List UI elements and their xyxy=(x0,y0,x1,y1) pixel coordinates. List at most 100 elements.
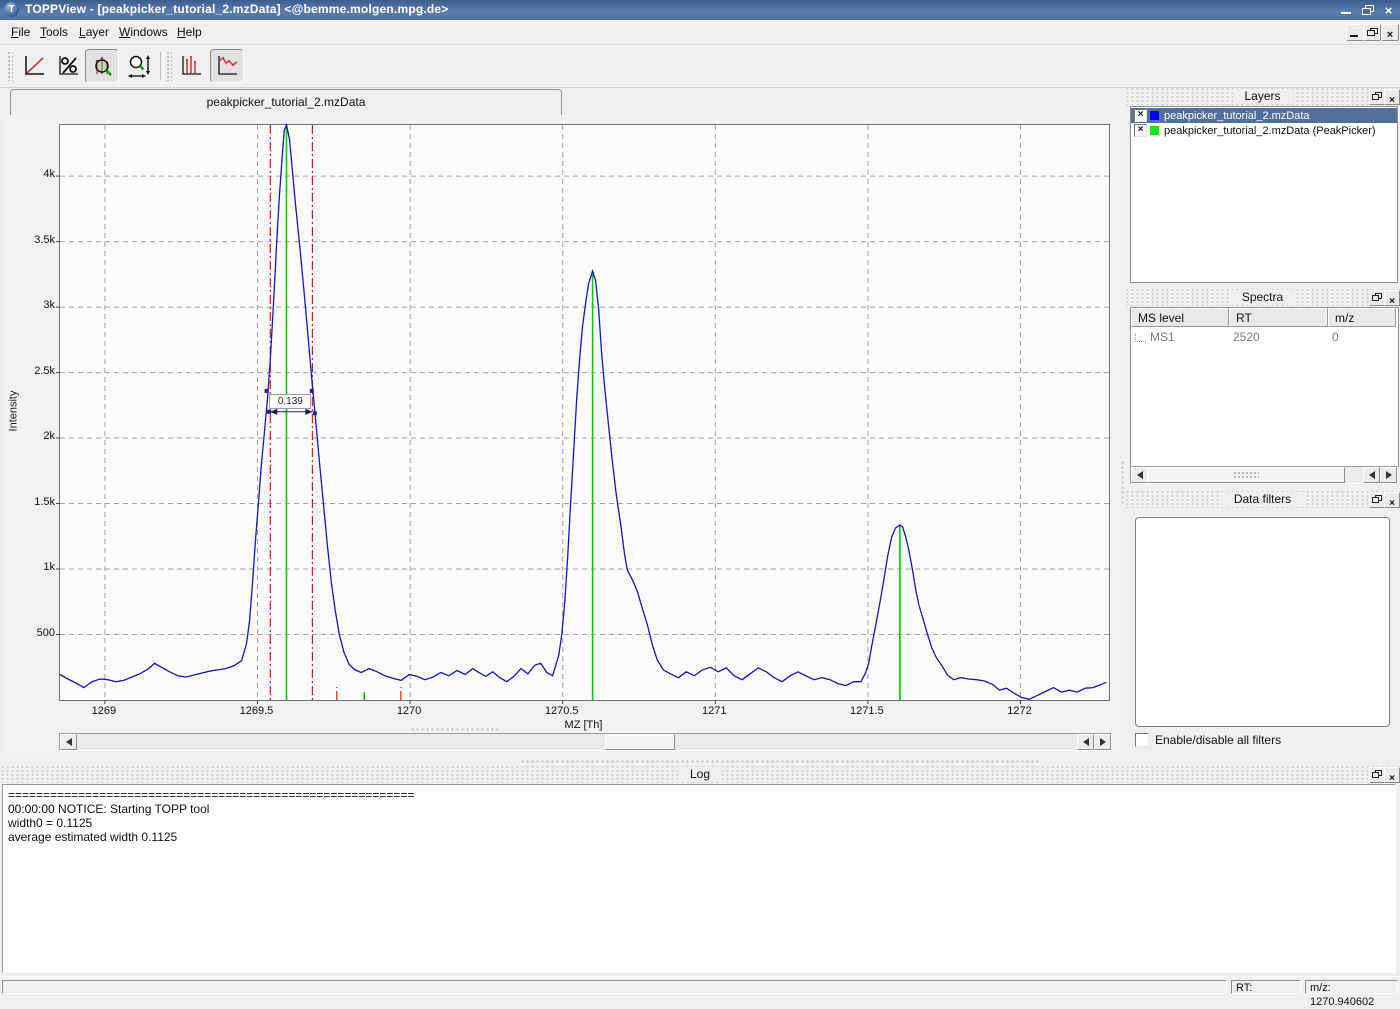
scrollbar-thumb[interactable] xyxy=(605,734,675,750)
scroll-left-button[interactable] xyxy=(1131,467,1148,483)
scroll-left-button[interactable] xyxy=(1363,467,1380,483)
percentage-scale-icon xyxy=(55,53,81,79)
arrow-left-icon xyxy=(66,738,72,746)
column-header-ms-level[interactable]: MS level xyxy=(1131,308,1229,327)
column-header-mz[interactable]: m/z xyxy=(1328,308,1396,327)
close-icon: × xyxy=(1389,296,1395,307)
application-window: T TOPPView - [peakpicker_tutorial_2.mzDa… xyxy=(0,0,1400,996)
spectra-table: MS level RT m/z MS1 2520 0 xyxy=(1130,307,1399,467)
app-icon: T xyxy=(4,2,19,17)
table-row[interactable]: MS1 xyxy=(1135,329,1227,345)
layer-color-chip xyxy=(1150,111,1159,120)
spectra-panel-titlebar: Spectra × xyxy=(1125,289,1400,306)
linear-scale-icon xyxy=(21,53,47,79)
scroll-left-button[interactable] xyxy=(1077,734,1094,750)
layer-item[interactable]: × peakpicker_tutorial_2.mzData xyxy=(1131,108,1397,123)
mdi-restore-button[interactable] xyxy=(1363,24,1381,41)
table-cell-rt[interactable]: 2520 xyxy=(1233,329,1325,345)
arrow-left-icon xyxy=(1137,471,1143,479)
window-title: TOPPView - [peakpicker_tutorial_2.mzData… xyxy=(25,2,449,16)
draw-peaks-mode-button[interactable] xyxy=(174,49,208,83)
mdi-minimize-button[interactable] xyxy=(1346,24,1364,41)
tree-branch-icon xyxy=(1135,333,1146,342)
layer-label: peakpicker_tutorial_2.mzData xyxy=(1164,110,1310,122)
plot-canvas[interactable] xyxy=(59,124,1110,701)
x-axis-tick-label: 1271 xyxy=(684,705,744,717)
float-panel-button[interactable] xyxy=(1369,290,1385,306)
panel-title: Spectra xyxy=(1230,290,1295,304)
toolbar-drag-handle[interactable] xyxy=(7,51,13,81)
log-line: ========================================… xyxy=(8,788,1390,802)
table-cell-mz[interactable]: 0 xyxy=(1332,329,1392,345)
layers-list: × peakpicker_tutorial_2.mzData × peakpic… xyxy=(1130,106,1398,283)
float-panel-button[interactable] xyxy=(1369,89,1385,105)
close-panel-button[interactable]: × xyxy=(1384,89,1400,105)
splitter-handle[interactable] xyxy=(0,758,1400,764)
close-panel-button[interactable]: × xyxy=(1384,767,1400,783)
y-axis-tick-label: 3k xyxy=(5,299,55,311)
draw-profile-mode-button[interactable] xyxy=(210,49,244,83)
minimize-icon xyxy=(1350,35,1358,37)
spectra-horizontal-scrollbar[interactable] xyxy=(1130,466,1398,484)
menu-windows[interactable]: Windows xyxy=(112,23,175,44)
close-icon: × xyxy=(1389,773,1395,784)
splitter-handle[interactable] xyxy=(410,726,500,732)
mdi-close-button[interactable]: × xyxy=(1381,24,1399,41)
x-axis-title: MZ [Th] xyxy=(59,719,1108,731)
move-magnifier-icon xyxy=(126,53,152,79)
layer-visibility-checkbox[interactable]: × xyxy=(1134,109,1147,122)
panel-title: Data filters xyxy=(1222,492,1303,506)
close-panel-button[interactable]: × xyxy=(1384,290,1400,306)
peak-sticks-icon xyxy=(178,53,204,79)
enable-all-filters-checkbox[interactable] xyxy=(1135,733,1149,747)
scroll-left-button[interactable] xyxy=(60,734,77,750)
minimize-button[interactable] xyxy=(1337,2,1356,17)
tab-bar: peakpicker_tutorial_2.mzData xyxy=(5,89,1120,116)
translate-measure-mode-button[interactable] xyxy=(122,49,156,83)
y-axis-title: Intensity xyxy=(7,391,19,432)
minimize-icon xyxy=(1341,12,1351,14)
tab-spectrum-file[interactable]: peakpicker_tutorial_2.mzData xyxy=(10,89,562,115)
splitter-handle[interactable] xyxy=(1120,88,1125,758)
layer-item[interactable]: × peakpicker_tutorial_2.mzData (PeakPick… xyxy=(1131,123,1397,138)
log-line: 00:00:00 NOTICE: Starting TOPP tool xyxy=(8,802,1390,816)
scroll-right-button[interactable] xyxy=(1094,734,1111,750)
status-bar: RT: m/z: 1270.940602 xyxy=(0,976,1400,997)
y-axis-tick-label: 4k xyxy=(5,168,55,180)
zoom-magnifier-icon xyxy=(89,53,115,79)
arrow-right-icon xyxy=(1386,471,1392,479)
scroll-right-button[interactable] xyxy=(1380,467,1397,483)
close-panel-button[interactable]: × xyxy=(1384,492,1400,508)
menu-layer[interactable]: Layer xyxy=(72,23,116,44)
menu-tools[interactable]: Tools xyxy=(33,23,75,44)
zoom-mode-button[interactable] xyxy=(85,49,119,83)
close-button[interactable]: × xyxy=(1379,2,1398,17)
layer-visibility-checkbox[interactable]: × xyxy=(1134,124,1147,137)
float-panel-button[interactable] xyxy=(1369,492,1385,508)
menu-help[interactable]: Help xyxy=(170,23,209,44)
float-panel-button[interactable] xyxy=(1369,767,1385,783)
column-header-rt[interactable]: RT xyxy=(1229,308,1328,327)
status-mz: m/z: 1270.940602 xyxy=(1305,980,1398,994)
toolbar-separator xyxy=(160,52,164,80)
spectrum-chart xyxy=(60,125,1109,700)
toolbar xyxy=(0,45,1400,88)
data-filters-panel-titlebar: Data filters × xyxy=(1125,491,1400,508)
close-icon: × xyxy=(1389,95,1395,106)
layer-label: peakpicker_tutorial_2.mzData (PeakPicker… xyxy=(1164,125,1376,137)
restore-button[interactable] xyxy=(1358,2,1377,17)
intensity-linear-mode-button[interactable] xyxy=(17,49,51,83)
status-rt: RT: xyxy=(1231,980,1301,994)
y-axis-tick-label: 1k xyxy=(5,561,55,573)
title-bar[interactable]: T TOPPView - [peakpicker_tutorial_2.mzDa… xyxy=(0,0,1400,20)
close-icon: × xyxy=(1385,3,1393,18)
close-icon: × xyxy=(1389,498,1395,509)
log-output: ========================================… xyxy=(2,784,1396,973)
intensity-percentage-mode-button[interactable] xyxy=(51,49,85,83)
toolbar-drag-handle[interactable] xyxy=(166,51,172,81)
y-axis-tick-label: 3.5k xyxy=(5,234,55,246)
scrollbar-thumb[interactable] xyxy=(1147,467,1345,483)
plot-horizontal-scrollbar[interactable] xyxy=(59,733,1112,751)
y-axis-tick-label: 2.5k xyxy=(5,365,55,377)
y-axis-tick-label: 2k xyxy=(5,430,55,442)
